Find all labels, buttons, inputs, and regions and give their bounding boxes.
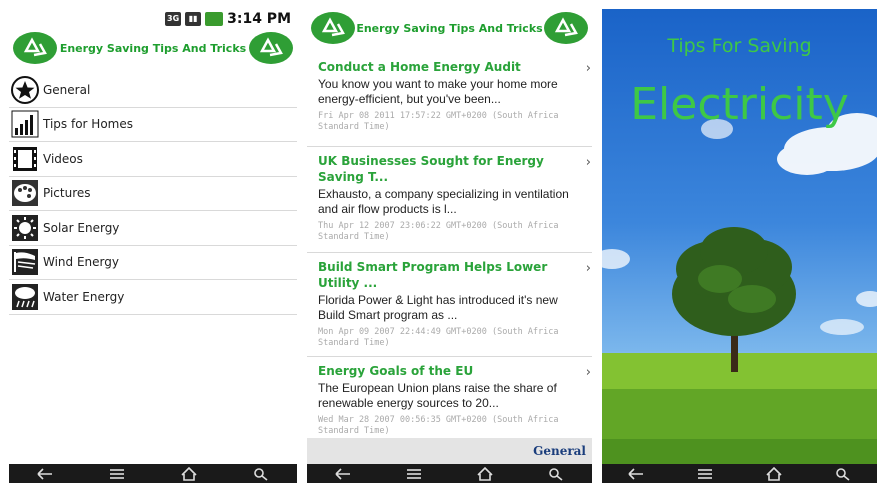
menu-item-general[interactable]: General	[9, 73, 297, 108]
menu-item-label: Videos	[43, 151, 83, 166]
article-item[interactable]: Energy Goals of the EU The European Unio…	[307, 357, 592, 449]
rain-icon	[11, 283, 39, 311]
search-icon[interactable]	[251, 466, 271, 482]
article-item[interactable]: UK Businesses Sought for Energy Saving T…	[307, 147, 592, 253]
article-summary: The European Union plans raise the share…	[318, 381, 557, 410]
back-icon[interactable]	[626, 466, 646, 482]
recycle-logo-icon	[544, 12, 588, 44]
article-title: UK Businesses Sought for Energy Saving T…	[318, 154, 544, 184]
recycle-logo-icon	[249, 32, 293, 64]
menu-item-solar-energy[interactable]: Solar Energy	[9, 211, 297, 246]
article-date: Fri Apr 08 2011 17:57:22 GMT+0200 (South…	[318, 111, 559, 132]
app-header: Energy Saving Tips And Tricks	[9, 29, 297, 67]
home-icon[interactable]	[764, 466, 784, 482]
category-tab-general[interactable]: General	[307, 438, 592, 464]
article-date: Mon Apr 09 2007 22:44:49 GMT+0200 (South…	[318, 327, 559, 348]
splash-subtitle: Tips For Saving	[667, 35, 812, 57]
article-item[interactable]: Build Smart Program Helps Lower Utility …	[307, 253, 592, 357]
menu-item-tips-for-homes[interactable]: Tips for Homes	[9, 108, 297, 142]
menu-icon[interactable]	[695, 466, 715, 482]
article-item[interactable]: Conduct a Home Energy Audit You know you…	[307, 53, 592, 147]
article-title: Build Smart Program Helps Lower Utility …	[318, 260, 548, 290]
back-icon[interactable]	[35, 466, 55, 482]
splash-screen: Tips For Saving Electricity	[602, 9, 877, 483]
status-bar: 3G ▮▮ 3:14 PM	[9, 9, 297, 29]
article-list: Conduct a Home Energy Audit You know you…	[307, 53, 592, 443]
category-menu: General Tips for Homes Videos Pictures S…	[9, 73, 297, 315]
battery-icon	[205, 12, 224, 26]
article-title: Energy Goals of the EU	[318, 364, 474, 378]
search-icon[interactable]	[833, 466, 853, 482]
menu-item-label: Water Energy	[43, 289, 125, 304]
nav-bar	[9, 464, 297, 483]
app-title: Energy Saving Tips And Tricks	[356, 21, 543, 35]
chevron-right-icon: ›	[585, 261, 591, 276]
article-summary: Florida Power & Light has introduced it'…	[318, 293, 558, 322]
app-header: Energy Saving Tips And Tricks	[307, 9, 592, 47]
search-icon[interactable]	[546, 466, 566, 482]
article-title: Conduct a Home Energy Audit	[318, 60, 521, 74]
film-icon	[11, 145, 39, 173]
menu-item-label: Solar Energy	[43, 220, 120, 235]
home-icon[interactable]	[179, 466, 199, 482]
network-3g-icon: 3G	[165, 12, 182, 26]
menu-item-label: General	[43, 82, 91, 97]
nav-bar	[307, 464, 592, 483]
chevron-right-icon: ›	[585, 61, 591, 76]
menu-item-label: Tips for Homes	[43, 117, 133, 132]
article-summary: Exhausto, a company specializing in vent…	[318, 187, 569, 216]
menu-item-label: Wind Energy	[43, 255, 119, 270]
star-icon	[11, 75, 39, 104]
recycle-logo-icon	[13, 32, 57, 64]
menu-screen: 3G ▮▮ 3:14 PM Energy Saving Tips And Tri…	[9, 9, 297, 483]
menu-item-wind-energy[interactable]: Wind Energy	[9, 246, 297, 280]
menu-icon[interactable]	[107, 466, 127, 482]
menu-item-videos[interactable]: Videos	[9, 142, 297, 177]
article-date: Wed Mar 28 2007 00:56:35 GMT+0200 (South…	[318, 415, 559, 436]
app-title: Energy Saving Tips And Tricks	[59, 41, 247, 55]
splash-title: Electricity	[630, 79, 849, 130]
nav-bar	[602, 464, 877, 483]
menu-item-pictures[interactable]: Pictures	[9, 177, 297, 211]
article-date: Thu Apr 12 2007 23:06:22 GMT+0200 (South…	[318, 221, 559, 242]
menu-icon[interactable]	[404, 466, 424, 482]
palette-icon	[11, 179, 39, 207]
recycle-logo-icon	[311, 12, 355, 44]
clock: 3:14 PM	[227, 11, 291, 27]
menu-item-water-energy[interactable]: Water Energy	[9, 280, 297, 315]
article-summary: You know you want to make your home more…	[318, 77, 558, 106]
menu-item-label: Pictures	[43, 186, 91, 201]
articles-screen: Energy Saving Tips And Tricks Conduct a …	[307, 9, 592, 483]
back-icon[interactable]	[333, 466, 353, 482]
wind-icon	[11, 248, 39, 276]
chevron-right-icon: ›	[585, 365, 591, 380]
signal-icon: ▮▮	[185, 12, 202, 26]
home-icon[interactable]	[475, 466, 495, 482]
bar-chart-icon	[11, 110, 39, 138]
chevron-right-icon: ›	[585, 155, 591, 170]
sun-icon	[11, 214, 39, 242]
